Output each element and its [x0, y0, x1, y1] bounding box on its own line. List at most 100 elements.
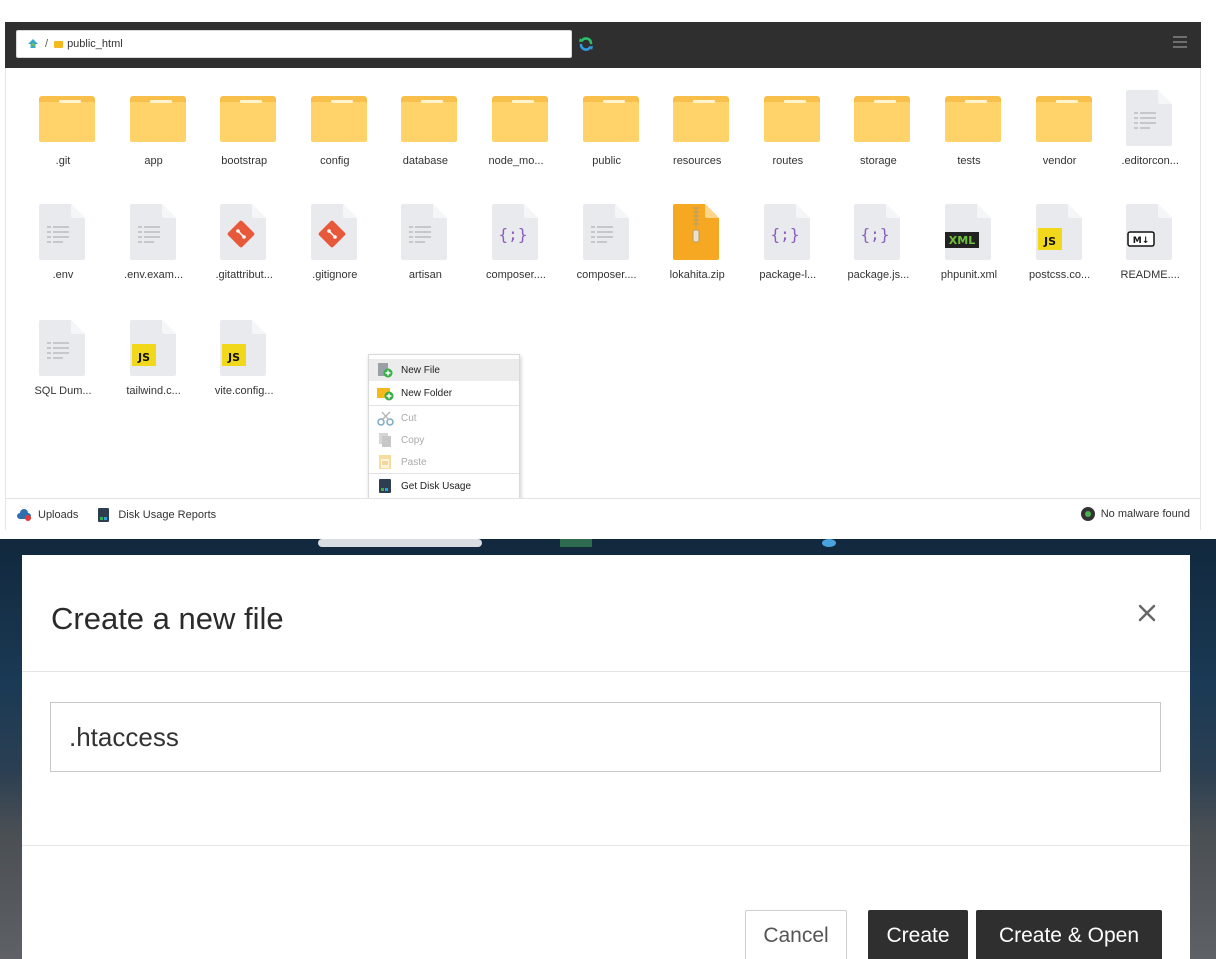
file-item[interactable]: .env [18, 182, 104, 282]
git-file-icon [220, 204, 267, 260]
malware-status[interactable]: No malware found [1080, 507, 1190, 521]
menu-item-copy[interactable]: Copy [369, 429, 519, 451]
file-name: package-l... [759, 269, 817, 281]
file-item[interactable]: .gitattribut... [199, 182, 285, 282]
file-item[interactable]: {;} package-l... [743, 182, 829, 282]
file-name: vite.config... [214, 385, 274, 397]
svg-text:M↓: M↓ [1133, 236, 1150, 246]
folder-icon [129, 96, 186, 142]
xml-file-icon: XML [945, 204, 991, 260]
file-name: storage [860, 155, 897, 167]
file-item[interactable]: .gitignore [290, 182, 376, 282]
file-item[interactable]: JS tailwind.c... [109, 298, 195, 398]
menu-item-new-file[interactable]: New File [369, 359, 519, 381]
file-item[interactable]: database [380, 68, 466, 168]
file-item[interactable]: lokahita.zip [652, 182, 738, 282]
refresh-icon[interactable] [577, 35, 595, 53]
status-bar: Uploads Disk Usage Reports No malware fo… [5, 498, 1201, 530]
file-item[interactable]: resources [652, 68, 738, 168]
file-item[interactable]: .env.exam... [109, 182, 195, 282]
file-name: composer.... [576, 269, 637, 281]
backdrop-icon [560, 539, 592, 547]
uploads-link[interactable]: Uploads [16, 508, 78, 522]
create-file-dialog: Create a new file Cancel Create Create &… [22, 555, 1190, 959]
text-file-icon [129, 204, 176, 260]
folder-icon [220, 96, 277, 142]
disk-usage-icon [377, 478, 395, 494]
file-item[interactable]: config [290, 68, 376, 168]
file-manager-toolbar: / public_html [5, 22, 1201, 68]
dialog-footer: Cancel Create Create & Open [22, 845, 1190, 959]
file-item[interactable]: XML phpunit.xml [924, 182, 1010, 282]
menu-item-cut[interactable]: Cut [369, 407, 519, 429]
file-name: vendor [1042, 155, 1077, 167]
folder-icon [1035, 96, 1092, 142]
file-item[interactable]: node_mo... [471, 68, 557, 168]
file-item[interactable]: storage [833, 68, 919, 168]
file-name: artisan [408, 269, 442, 281]
git-file-icon [310, 204, 357, 260]
folder-icon [854, 96, 911, 142]
file-item[interactable]: bootstrap [199, 68, 285, 168]
markdown-file-icon: M↓ [1126, 204, 1173, 260]
scissors-icon [377, 410, 395, 426]
file-item[interactable]: JS postcss.co... [1015, 182, 1101, 282]
filename-input[interactable] [50, 702, 1161, 772]
file-name: .gitignore [312, 269, 358, 281]
create-button[interactable]: Create [868, 910, 968, 959]
file-name: config [320, 155, 350, 167]
folder-icon [39, 96, 95, 142]
file-name: tailwind.c... [126, 385, 181, 397]
file-item[interactable]: M↓ README.... [1105, 182, 1191, 282]
menu-item-paste[interactable]: Paste [369, 451, 519, 473]
cancel-button[interactable]: Cancel [745, 910, 847, 959]
folder-icon [54, 40, 64, 48]
uploads-label: Uploads [38, 508, 79, 521]
menu-label-copy: Copy [401, 434, 425, 446]
create-and-open-button[interactable]: Create & Open [976, 910, 1162, 959]
menu-label-new-folder: New Folder [401, 387, 453, 399]
close-icon[interactable] [1134, 600, 1160, 626]
menu-label-cut: Cut [401, 412, 417, 424]
file-name: app [144, 155, 163, 167]
file-item[interactable]: {;} package.js... [833, 182, 919, 282]
file-name: postcss.co... [1029, 269, 1091, 281]
disk-usage-reports-label: Disk Usage Reports [118, 508, 217, 521]
folder-icon [673, 96, 730, 142]
menu-item-new-folder[interactable]: New Folder [369, 382, 519, 404]
file-item[interactable]: routes [743, 68, 829, 168]
file-item[interactable]: artisan [380, 182, 466, 282]
home-up-icon[interactable] [27, 38, 39, 50]
path-breadcrumb[interactable]: / public_html [16, 30, 572, 58]
file-name: SQL Dum... [34, 385, 92, 397]
path-separator: / [45, 38, 49, 50]
dialog-title: Create a new file [51, 601, 284, 636]
shield-check-icon [1080, 507, 1095, 521]
file-item[interactable]: {;} composer.... [471, 182, 557, 282]
svg-text:JS: JS [137, 351, 150, 364]
file-item[interactable]: .editorcon... [1105, 68, 1191, 168]
file-item[interactable]: JS vite.config... [199, 298, 285, 398]
disk-usage-reports-link[interactable]: Disk Usage Reports [96, 507, 217, 522]
file-item[interactable]: tests [924, 68, 1010, 168]
file-item[interactable]: public [562, 68, 648, 168]
copy-icon [377, 432, 395, 448]
svg-text:JS: JS [227, 351, 240, 364]
hamburger-menu-icon[interactable] [1173, 36, 1187, 48]
menu-item-get-disk-usage[interactable]: Get Disk Usage [369, 475, 519, 497]
file-item[interactable]: SQL Dum... [18, 298, 104, 398]
file-name: node_mo... [488, 155, 544, 167]
screenshot-root: / public_html .git app bootstrap config data… [0, 0, 1216, 959]
file-item[interactable]: composer.... [562, 182, 648, 282]
file-item[interactable]: app [109, 68, 195, 168]
text-file-icon [1126, 90, 1173, 146]
file-item[interactable]: vendor [1015, 68, 1101, 168]
file-name: database [402, 155, 449, 167]
folder-icon [945, 96, 1001, 142]
path-current-folder[interactable]: public_html [67, 38, 123, 50]
text-file-icon [39, 204, 85, 260]
file-name: routes [772, 155, 804, 167]
file-item[interactable]: .git [18, 68, 104, 168]
js-file-icon: JS [1035, 204, 1082, 260]
file-name: .gitattribut... [215, 269, 273, 281]
